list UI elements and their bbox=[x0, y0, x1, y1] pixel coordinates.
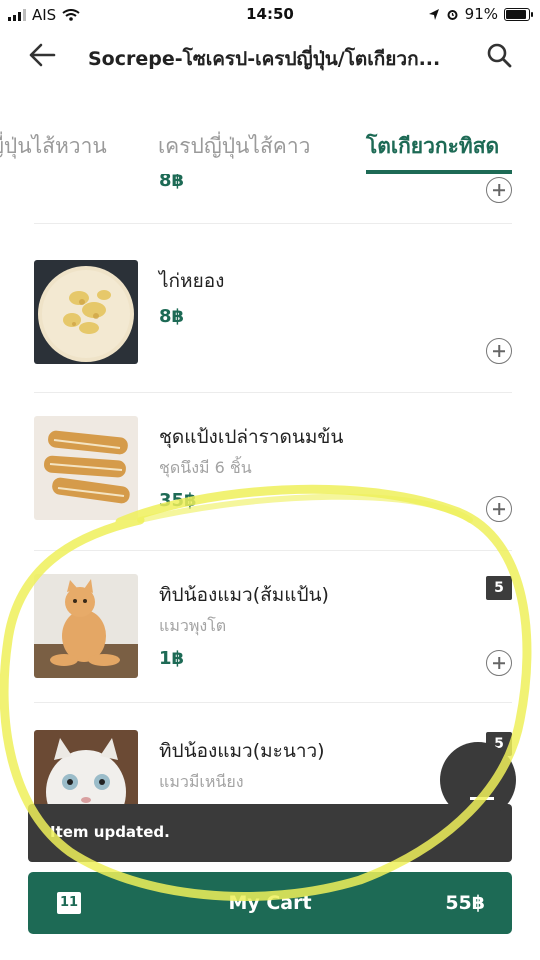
my-cart-button[interactable]: 11 My Cart 55฿ bbox=[28, 872, 512, 934]
item-description: แมวพุงโต bbox=[159, 616, 227, 635]
item-price: 1฿ bbox=[159, 648, 185, 669]
item-name: ไก่หยอง bbox=[159, 270, 225, 292]
category-tabs: ญี่ปุ่นไส้หวาน เครปญี่ปุ่นไส้คาว โตเกียว… bbox=[0, 118, 540, 174]
item-image bbox=[34, 730, 138, 814]
status-bar: AIS 14:50 91% bbox=[0, 0, 540, 30]
alarm-icon bbox=[447, 9, 458, 20]
tab-tokyo-coconut[interactable]: โตเกียวกะทิสด bbox=[366, 130, 499, 163]
app-header: Socrepe-โซเครป-เครปญี่ปุ่น/โตเกียวก... bbox=[0, 30, 540, 80]
item-divider bbox=[34, 702, 512, 703]
add-item-button[interactable] bbox=[486, 650, 512, 676]
item-image bbox=[34, 574, 138, 678]
add-item-button[interactable] bbox=[486, 496, 512, 522]
item-price: 8฿ bbox=[159, 174, 185, 191]
item-name: ทิปน้องแมว(มะนาว) bbox=[159, 740, 325, 762]
app-screen: AIS 14:50 91% Socrepe-โซเครป-เครปญี่ปุ่น… bbox=[0, 0, 540, 960]
item-price: 35฿ bbox=[159, 490, 197, 511]
collapse-fab-button[interactable] bbox=[440, 742, 516, 818]
menu-item[interactable]: ทิปน้องแมว(ส้มแป้น) แมวพุงโต 1฿ 5 bbox=[0, 550, 540, 710]
menu-item[interactable]: 8฿ bbox=[0, 174, 540, 230]
toast-message: Item updated. bbox=[50, 823, 170, 841]
item-quantity-badge: 5 bbox=[486, 576, 512, 600]
item-image bbox=[34, 416, 138, 520]
cart-total: 55฿ bbox=[445, 892, 485, 914]
status-right: 91% bbox=[428, 5, 533, 23]
battery-percent: 91% bbox=[464, 5, 498, 23]
item-image bbox=[34, 260, 138, 364]
battery-icon bbox=[504, 7, 533, 21]
menu-item[interactable]: ไก่หยอง 8฿ bbox=[0, 234, 540, 394]
item-name: ชุดแป้งเปล่าราดนมข้น bbox=[159, 426, 344, 448]
cart-label: My Cart bbox=[228, 892, 312, 914]
menu-list[interactable]: 8฿ ไก่หยอง 8฿ ชุดแป้งเปล่าราดนมข้น ชุดนึ… bbox=[0, 174, 540, 814]
add-item-button[interactable] bbox=[486, 338, 512, 364]
location-icon bbox=[428, 8, 439, 20]
item-divider bbox=[34, 223, 512, 224]
item-description: แมวมีเหนียง bbox=[159, 772, 244, 791]
tab-sweet-filling[interactable]: ญี่ปุ่นไส้หวาน bbox=[0, 130, 107, 163]
item-price: 8฿ bbox=[159, 306, 185, 327]
search-icon[interactable] bbox=[486, 42, 512, 68]
menu-item[interactable]: ชุดแป้งเปล่าราดนมข้น ชุดนึงมี 6 ชิ้น 35฿ bbox=[0, 392, 540, 552]
page-title: Socrepe-โซเครป-เครปญี่ปุ่น/โตเกียวก... bbox=[88, 48, 441, 70]
tab-savory-crepe[interactable]: เครปญี่ปุ่นไส้คาว bbox=[158, 130, 310, 163]
add-item-button[interactable] bbox=[486, 177, 512, 203]
minus-icon bbox=[470, 797, 494, 800]
item-name: ทิปน้องแมว(ส้มแป้น) bbox=[159, 584, 329, 606]
item-description: ชุดนึงมี 6 ชิ้น bbox=[159, 458, 252, 477]
toast-notification: Item updated. bbox=[28, 804, 512, 862]
arrow-left-icon[interactable] bbox=[28, 42, 56, 68]
